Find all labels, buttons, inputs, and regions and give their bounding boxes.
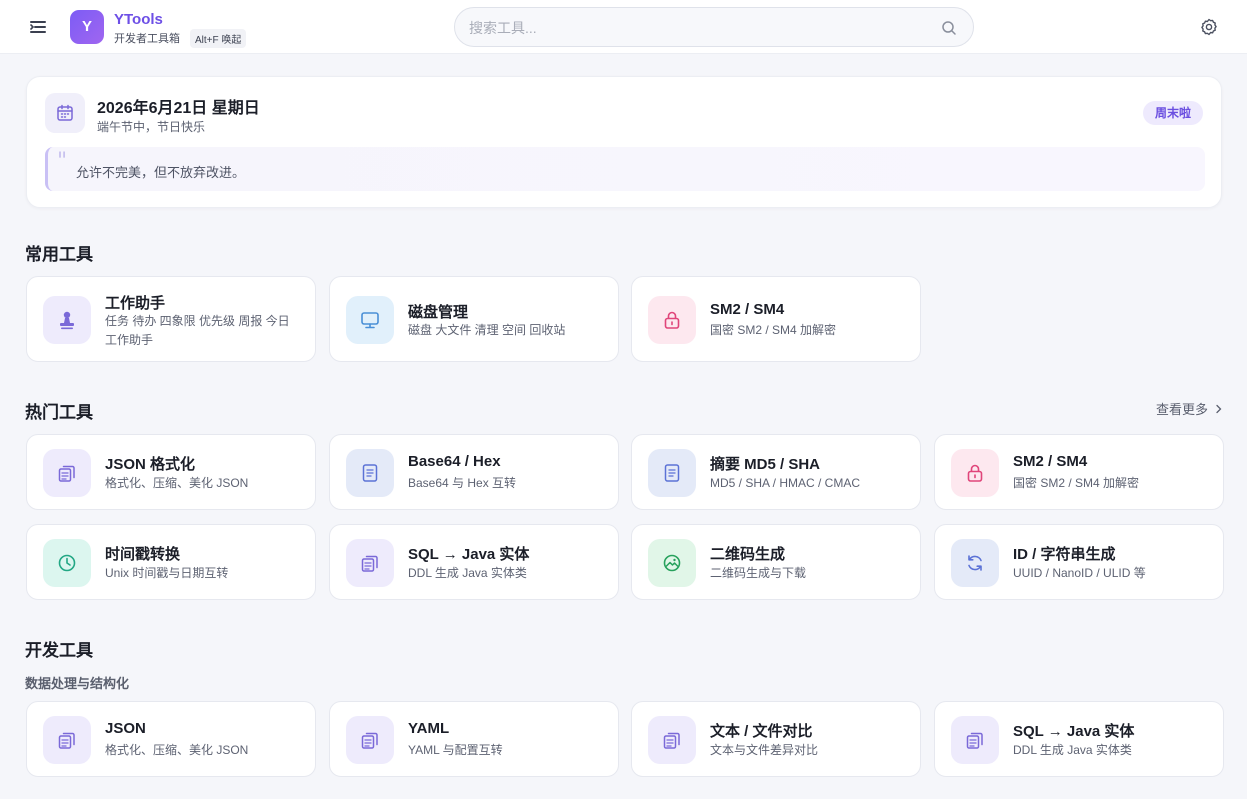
tool-name: SM2 / SM4 — [1013, 453, 1088, 470]
tool-card-yaml[interactable]: YAML YAML 与配置互转 — [329, 701, 619, 777]
tool-name: SM2 / SM4 — [710, 301, 785, 318]
tool-name: SQL → Java 实体 — [1013, 723, 1135, 740]
copy-icon — [951, 716, 999, 764]
quote-mark-icon: " — [57, 149, 68, 174]
view-more-link[interactable]: 查看更多 — [1156, 399, 1224, 418]
tool-name: 二维码生成 — [710, 546, 786, 563]
refresh-icon — [951, 539, 999, 587]
quote-box: " 允许不完美，但不放弃改进。 — [45, 147, 1205, 191]
tool-name: 工作助手 — [105, 295, 166, 312]
copy-icon — [648, 716, 696, 764]
section-title-common: 常用工具 — [25, 245, 93, 264]
copy-icon — [346, 539, 394, 587]
settings-gear-icon[interactable] — [1199, 17, 1219, 37]
tool-name: YAML — [408, 720, 450, 737]
tool-desc: UUID / NanoID / ULID 等 — [1013, 566, 1146, 580]
menu-toggle-icon[interactable] — [28, 17, 48, 37]
clock-icon — [43, 539, 91, 587]
tool-card-sql-java[interactable]: SQL → Java 实体 DDL 生成 Java 实体类 — [329, 524, 619, 600]
tool-desc: 任务 待办 四象限 优先级 周报 今日工作助手 — [105, 314, 290, 347]
monitor-icon — [346, 296, 394, 344]
hotkey-badge: Alt+F 唤起 — [190, 29, 247, 48]
tool-desc: MD5 / SHA / HMAC / CMAC — [710, 476, 861, 490]
tool-name: 摘要 MD5 / SHA — [710, 456, 821, 473]
tool-card-digest[interactable]: 摘要 MD5 / SHA MD5 / SHA / HMAC / CMAC — [631, 434, 921, 510]
calendar-icon — [45, 93, 85, 133]
tool-card-base64-hex[interactable]: Base64 / Hex Base64 与 Hex 互转 — [329, 434, 619, 510]
tool-desc: Base64 与 Hex 互转 — [408, 476, 517, 490]
section-title-dev: 开发工具 — [25, 641, 93, 660]
holiday-note: 端午节中，节日快乐 — [97, 120, 206, 134]
tool-card-sm2-sm4[interactable]: SM2 / SM4 国密 SM2 / SM4 加解密 — [631, 276, 921, 362]
lock-icon — [648, 296, 696, 344]
app-logo: Y — [70, 10, 104, 44]
tool-desc: 二维码生成与下载 — [710, 566, 807, 580]
app-subtitle: 开发者工具箱 — [114, 33, 180, 45]
tool-card-qrcode[interactable]: 二维码生成 二维码生成与下载 — [631, 524, 921, 600]
tool-desc: 文本与文件差异对比 — [710, 743, 819, 757]
weekend-badge: 周末啦 — [1142, 101, 1203, 125]
app-title: YTools — [114, 11, 163, 28]
document-icon — [346, 449, 394, 497]
tool-card-disk-manager[interactable]: 磁盘管理 磁盘 大文件 清理 空间 回收站 — [329, 276, 619, 362]
tool-card-text-diff[interactable]: 文本 / 文件对比 文本与文件差异对比 — [631, 701, 921, 777]
tool-desc: 国密 SM2 / SM4 加解密 — [1013, 476, 1140, 490]
tool-name: SQL → Java 实体 — [408, 546, 530, 563]
tool-card-timestamp[interactable]: 时间戳转换 Unix 时间戳与日期互转 — [26, 524, 316, 600]
tool-desc: Unix 时间戳与日期互转 — [105, 566, 229, 580]
top-bar: Y YTools 开发者工具箱 Alt+F 唤起 — [0, 0, 1247, 54]
search-bar — [454, 7, 974, 47]
tool-name: ID / 字符串生成 — [1013, 546, 1116, 563]
search-icon[interactable] — [941, 20, 957, 36]
tool-name: 磁盘管理 — [408, 304, 469, 321]
tool-desc: 磁盘 大文件 清理 空间 回收站 — [408, 323, 566, 337]
current-date: 2026年6月21日 星期日 — [97, 100, 260, 117]
stamp-icon — [43, 296, 91, 344]
tool-desc: 国密 SM2 / SM4 加解密 — [710, 323, 837, 337]
tool-card-id-generator[interactable]: ID / 字符串生成 UUID / NanoID / ULID 等 — [934, 524, 1224, 600]
search-input[interactable] — [469, 17, 929, 39]
tool-card-work-assistant[interactable]: 工作助手 任务 待办 四象限 优先级 周报 今日工作助手 — [26, 276, 316, 362]
tool-desc: 格式化、压缩、美化 JSON — [105, 743, 249, 757]
tool-name: JSON 格式化 — [105, 456, 196, 473]
tool-desc: DDL 生成 Java 实体类 — [1013, 743, 1132, 757]
tool-desc: DDL 生成 Java 实体类 — [408, 566, 527, 580]
tool-desc: YAML 与配置互转 — [408, 743, 503, 757]
copy-icon — [43, 449, 91, 497]
copy-icon — [43, 716, 91, 764]
tool-card-json[interactable]: JSON 格式化、压缩、美化 JSON — [26, 701, 316, 777]
document-icon — [648, 449, 696, 497]
view-more-label: 查看更多 — [1156, 402, 1209, 417]
image-icon — [648, 539, 696, 587]
tool-desc: 格式化、压缩、美化 JSON — [105, 476, 249, 490]
lock-icon — [951, 449, 999, 497]
tool-name: JSON — [105, 720, 146, 737]
section-title-hot: 热门工具 — [25, 403, 93, 422]
tool-card-json-format[interactable]: JSON 格式化 格式化、压缩、美化 JSON — [26, 434, 316, 510]
date-card: 2026年6月21日 星期日 端午节中，节日快乐 周末啦 " 允许不完美，但不放… — [26, 76, 1222, 208]
tool-name: 文本 / 文件对比 — [710, 723, 813, 740]
tool-name: 时间戳转换 — [105, 546, 181, 563]
copy-icon — [346, 716, 394, 764]
section-subtitle-data: 数据处理与结构化 — [25, 676, 130, 691]
tool-card-sql-java-dev[interactable]: SQL → Java 实体 DDL 生成 Java 实体类 — [934, 701, 1224, 777]
daily-quote: 允许不完美，但不放弃改进。 — [76, 165, 246, 180]
tool-card-sm2-sm4-hot[interactable]: SM2 / SM4 国密 SM2 / SM4 加解密 — [934, 434, 1224, 510]
chevron-right-icon — [1215, 404, 1222, 414]
tool-name: Base64 / Hex — [408, 453, 501, 470]
